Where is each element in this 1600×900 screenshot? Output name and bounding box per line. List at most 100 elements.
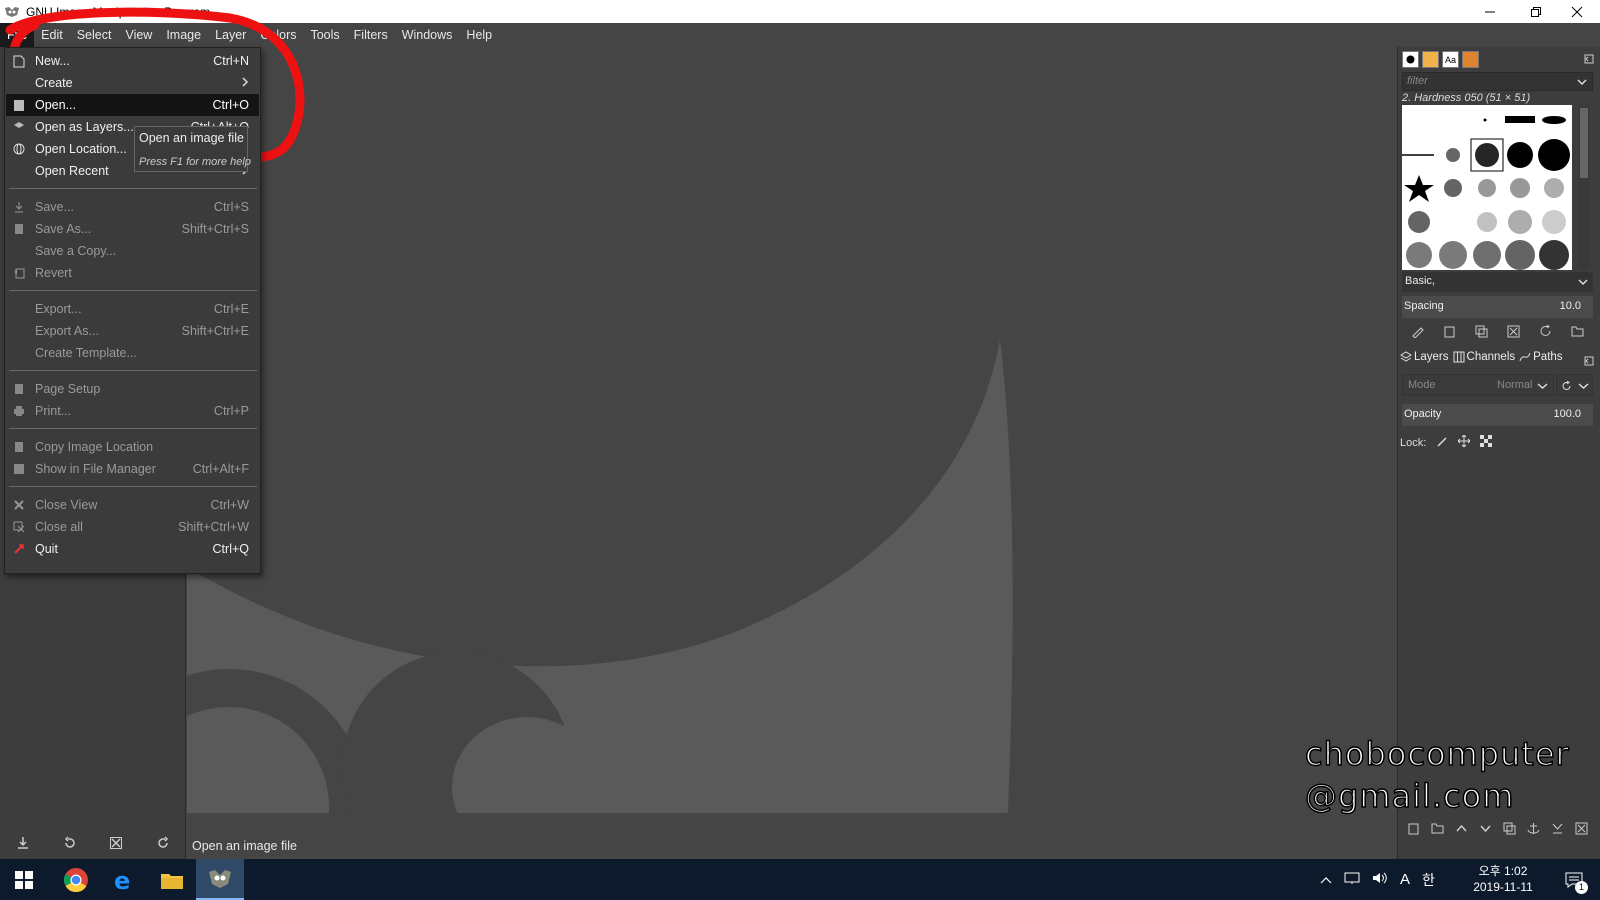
menu-item-export[interactable]: Export... Ctrl+E [6,298,259,320]
layer-mode-switch[interactable] [1556,374,1593,396]
menu-item-create-template[interactable]: Create Template... [6,342,259,364]
chevron-down-icon [1578,380,1589,394]
svg-text:e: e [114,868,130,892]
configure-tab-icon[interactable] [1584,53,1594,67]
menu-item-save[interactable]: Save... Ctrl+S [6,196,259,218]
menu-filters[interactable]: Filters [347,23,395,47]
menu-item-create[interactable]: Create [6,72,259,94]
menu-item-save-as[interactable]: Save As... Shift+Ctrl+S [6,218,259,240]
clock-time: 오후 1:02 [1478,864,1528,878]
document-history-tab-icon[interactable] [1462,51,1479,68]
open-brush-as-image-icon[interactable] [1571,325,1584,343]
new-image-icon [8,50,30,72]
menu-item-quit[interactable]: Quit Ctrl+Q [6,538,259,560]
open-tooltip: Open an image file Press F1 for more hel… [134,126,251,172]
menu-help[interactable]: Help [459,23,499,47]
patterns-tab-icon[interactable] [1422,51,1439,68]
print-icon [8,400,30,422]
mode-value: Normal [1497,379,1533,391]
input-language-label[interactable]: A [1400,871,1410,888]
tab-channels[interactable]: Channels [1453,351,1515,363]
brush-filter-field[interactable]: filter [1402,72,1593,91]
minimize-button[interactable] [1467,0,1513,23]
menu-item-copy-image-location[interactable]: Copy Image Location [6,436,259,458]
delete-brush-icon[interactable] [1507,325,1520,343]
menu-item-new[interactable]: New... Ctrl+N [6,50,259,72]
notification-badge: 1 [1575,881,1588,894]
menu-item-show-in-file-manager[interactable]: Show in File Manager Ctrl+Alt+F [6,458,259,480]
layer-mode-select[interactable]: Mode Normal [1402,374,1554,396]
save-tool-preset-icon[interactable] [16,836,30,853]
menu-item-export-as[interactable]: Export As... Shift+Ctrl+E [6,320,259,342]
save-icon [8,196,30,218]
page-setup-icon [8,378,30,400]
open-icon [8,94,30,116]
current-brush-label: 2. Hardness 050 (51 × 51) [1402,92,1531,104]
volume-icon[interactable] [1372,871,1388,888]
watermark: chobocomputer @gmail.com [1304,734,1590,825]
layers-dock-tabs: Layers Channels Paths [1400,351,1563,363]
brush-tag-field[interactable]: Basic, [1402,272,1593,292]
chevron-down-icon [1577,76,1587,90]
brush-dock-tabs: Aa [1402,51,1479,68]
mode-label: Mode [1408,379,1436,391]
menu-separator [9,428,257,429]
lock-alpha-icon[interactable] [1480,435,1493,450]
menu-item-close-all[interactable]: Close all Shift+Ctrl+W [6,516,259,538]
network-icon[interactable] [1344,871,1360,888]
lock-label: Lock: [1400,436,1427,449]
ime-mode-label[interactable]: 한 [1422,870,1435,890]
tab-paths[interactable]: Paths [1519,351,1563,363]
chevron-down-icon [1578,276,1588,290]
menu-separator [9,188,257,189]
clock-date: 2019-11-11 [1473,880,1533,894]
menu-item-page-setup[interactable]: Page Setup [6,378,259,400]
save-as-icon [8,218,30,240]
close-window-button[interactable] [1554,0,1600,23]
refresh-brushes-icon[interactable] [1539,324,1552,343]
wilber-background-icon [187,340,1397,833]
opacity-label: Opacity [1404,408,1442,420]
opacity-value: 100.0 [1553,408,1581,420]
tooltip-title: Open an image file [139,131,244,145]
brush-grid[interactable] [1402,105,1572,270]
edge-icon[interactable]: e [100,859,148,900]
switch-mode-icon [1561,380,1573,395]
fonts-tab-icon[interactable]: Aa [1442,51,1459,68]
quit-icon [8,538,30,560]
edit-brush-icon[interactable] [1411,325,1425,343]
lock-position-icon[interactable] [1457,434,1472,450]
image-canvas[interactable] [187,47,1397,833]
reset-tool-preset-icon[interactable] [156,835,170,853]
file-manager-icon [8,458,30,480]
action-center-icon[interactable]: 1 [1552,859,1596,900]
configure-tab-icon[interactable] [1584,355,1594,369]
clock[interactable]: 오후 1:02 2019-11-11 [1468,863,1538,895]
menu-separator [9,290,257,291]
menu-item-close-view[interactable]: Close View Ctrl+W [6,494,259,516]
menu-item-open[interactable]: Open... Ctrl+O [6,94,259,116]
lock-pixels-icon[interactable] [1436,435,1448,450]
menu-item-revert[interactable]: Revert [6,262,259,284]
delete-tool-preset-icon[interactable] [109,836,123,853]
brush-action-bar [1402,324,1593,343]
new-brush-icon[interactable] [1443,325,1456,343]
restore-tool-preset-icon[interactable] [63,835,77,853]
file-explorer-icon[interactable] [148,859,196,900]
chrome-icon[interactable] [52,859,100,900]
brush-spacing-slider[interactable]: Spacing 10.0 [1402,296,1593,318]
close-icon [8,494,30,516]
menu-item-print[interactable]: Print... Ctrl+P [6,400,259,422]
windows-start-icon[interactable] [0,859,48,900]
brush-grid-scrollbar[interactable] [1578,105,1590,270]
layer-opacity-slider[interactable]: Opacity 100.0 [1402,404,1593,426]
menu-windows[interactable]: Windows [395,23,460,47]
brushes-tab-icon[interactable] [1402,51,1419,68]
menu-item-save-a-copy[interactable]: Save a Copy... [6,240,259,262]
menu-separator [9,486,257,487]
restore-button[interactable] [1513,0,1559,23]
duplicate-brush-icon[interactable] [1475,325,1488,343]
gimp-taskbar-icon[interactable] [196,859,244,900]
chevron-up-icon[interactable] [1320,872,1332,887]
tab-layers[interactable]: Layers [1400,351,1449,363]
